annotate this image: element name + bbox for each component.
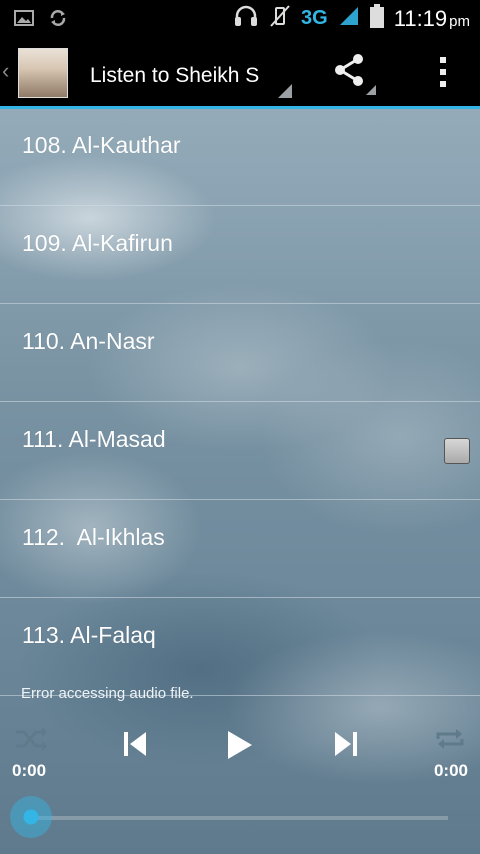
- list-item[interactable]: 112. Al-Ikhlas: [0, 500, 480, 598]
- share-dropdown-indicator: [366, 85, 376, 95]
- elapsed-time: 0:00: [12, 761, 47, 780]
- surah-label: 112. Al-Ikhlas: [22, 524, 165, 550]
- share-icon[interactable]: [332, 53, 366, 92]
- signal-icon: [338, 5, 360, 32]
- total-duration: 0:00: [433, 761, 468, 780]
- app-icon-avatar[interactable]: [18, 48, 68, 98]
- audio-player: Error accessing audio file. 0:00 0:00: [0, 680, 480, 854]
- shuffle-icon[interactable]: [14, 725, 48, 758]
- gallery-notification-icon: [14, 9, 34, 32]
- item-checkbox[interactable]: [444, 438, 470, 464]
- vibrate-off-icon: [269, 4, 291, 33]
- surah-label: 109. Al-Kafirun: [22, 230, 173, 256]
- surah-list: 108. Al-Kauthar 109. Al-Kafirun 110. An-…: [0, 108, 480, 696]
- overflow-menu-icon[interactable]: [440, 57, 446, 87]
- repeat-icon[interactable]: [434, 725, 466, 758]
- sync-icon: [48, 8, 68, 33]
- clock: 11:19 pm: [394, 6, 470, 32]
- surah-label: 110. An-Nasr: [22, 328, 155, 354]
- list-item[interactable]: 111. Al-Masad: [0, 402, 480, 500]
- next-track-icon[interactable]: [333, 730, 359, 763]
- battery-icon: [369, 4, 384, 33]
- network-type: 3G: [301, 7, 328, 29]
- up-caret-icon[interactable]: ‹: [2, 58, 9, 84]
- surah-label: 111. Al-Masad: [22, 426, 166, 452]
- status-bar: 3G 11:19 pm: [0, 0, 480, 38]
- clock-time: 11:19: [393, 5, 448, 31]
- seek-bar[interactable]: [32, 816, 448, 820]
- seek-thumb[interactable]: [10, 796, 52, 838]
- surah-label: 108. Al-Kauthar: [22, 132, 181, 158]
- action-bar: ‹ Listen to Sheikh S: [0, 38, 480, 109]
- title-spinner-indicator[interactable]: [278, 84, 292, 98]
- surah-label: 113. Al-Falaq: [22, 622, 156, 648]
- headset-icon: [233, 4, 259, 33]
- previous-track-icon[interactable]: [122, 730, 148, 763]
- clock-ampm: pm: [449, 12, 470, 30]
- list-item[interactable]: 110. An-Nasr: [0, 304, 480, 402]
- play-icon[interactable]: [226, 729, 254, 766]
- app-title[interactable]: Listen to Sheikh S: [90, 64, 262, 88]
- list-item[interactable]: 109. Al-Kafirun: [0, 206, 480, 304]
- list-item[interactable]: 108. Al-Kauthar: [0, 108, 480, 206]
- player-status-message: Error accessing audio file.: [21, 685, 194, 702]
